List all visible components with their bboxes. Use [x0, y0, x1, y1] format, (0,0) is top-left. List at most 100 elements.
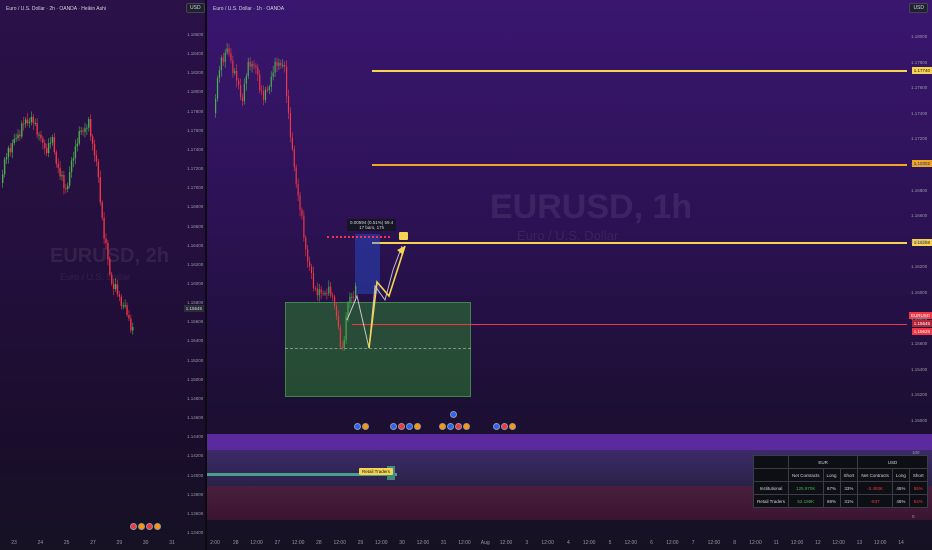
event-flag-icon[interactable] — [463, 423, 470, 430]
candle-body — [28, 121, 31, 124]
event-flag-icon[interactable] — [509, 423, 516, 430]
table-row: Institutional 125.970K 67% 33% -3.493K 4… — [752, 481, 928, 495]
row-label: Retail Traders — [752, 494, 790, 508]
candle-body — [101, 202, 103, 218]
candle-body — [111, 274, 113, 284]
event-flag-icon[interactable] — [390, 423, 397, 430]
table-cell: 45% — [891, 481, 910, 495]
column-header: Long — [891, 468, 910, 482]
event-flag-icon[interactable] — [501, 423, 508, 430]
candle-body — [126, 305, 128, 315]
candle-body — [97, 161, 100, 177]
candle-body — [51, 137, 54, 143]
event-flag-icon[interactable] — [493, 423, 500, 430]
right-event-markers-4[interactable] — [450, 411, 457, 418]
price-axis-tick: 1.14000 — [187, 472, 204, 478]
left-chart-pane[interactable]: Euro / U.S. Dollar · 2h · OANDA · Heikin… — [0, 0, 205, 550]
candle-body — [88, 119, 90, 128]
event-flag-icon[interactable] — [146, 523, 153, 530]
price-axis-tick: 1.18400 — [187, 51, 204, 57]
candle-body — [82, 130, 84, 132]
event-flag-icon[interactable] — [138, 523, 145, 530]
candle-body — [61, 175, 63, 177]
candle-body — [55, 152, 57, 164]
candle-body — [90, 119, 92, 137]
candle-body — [80, 130, 82, 132]
time-axis-tick: Aug — [480, 540, 490, 546]
candle-body — [130, 318, 132, 331]
time-axis-tick: 12:00 — [541, 540, 554, 546]
price-axis-tick: 1.18000 — [911, 34, 928, 39]
candle-body — [65, 188, 67, 190]
price-axis-tick: 1.13800 — [187, 491, 204, 497]
event-flag-icon[interactable] — [362, 423, 369, 430]
candle-body — [120, 296, 123, 306]
column-header: Net Contracts — [788, 468, 824, 482]
right-chart-pane[interactable]: Euro / U.S. Dollar · 1h · OANDA USD EURU… — [207, 0, 932, 550]
price-axis-tick: 1.15600 — [911, 341, 928, 347]
event-flag-icon[interactable] — [439, 423, 446, 430]
time-axis-tick: 12:00 — [375, 540, 388, 546]
table-cell: 54% — [908, 494, 928, 508]
candle-body — [95, 155, 98, 162]
row-label: Institutional — [752, 481, 790, 495]
event-flag-icon[interactable] — [398, 423, 405, 430]
left-event-markers[interactable] — [130, 523, 161, 530]
candle-body — [76, 143, 79, 147]
candle-body — [53, 137, 56, 153]
candle-body — [44, 142, 46, 149]
event-flag-icon[interactable] — [414, 423, 421, 430]
candle-body — [107, 242, 109, 260]
candle-body — [36, 122, 38, 135]
candle-body — [63, 175, 65, 189]
time-axis-tick: 6 — [650, 540, 653, 546]
event-flag-icon[interactable] — [406, 423, 413, 430]
projection-path[interactable] — [207, 0, 932, 420]
time-axis-tick: 12:00 — [624, 540, 638, 546]
time-axis-tick: 24 — [37, 540, 44, 546]
right-event-markers-5[interactable] — [493, 423, 516, 430]
candle-body — [47, 143, 50, 154]
indicator-top-band — [207, 434, 932, 450]
event-flag-icon[interactable] — [455, 423, 462, 430]
event-flag-icon[interactable] — [447, 423, 454, 430]
event-flag-icon[interactable] — [450, 411, 457, 418]
price-axis-tick: 1.16600 — [187, 223, 204, 229]
time-axis-tick: 30 — [399, 540, 405, 546]
table-subheader-row: Net Contracts Long Short Net Contracts L… — [752, 468, 928, 482]
candle-body — [30, 116, 33, 122]
table-header-row: EUR USD — [752, 455, 928, 469]
target-flag-icon[interactable] — [399, 232, 408, 240]
price-axis-tick: 1.17800 — [911, 59, 928, 65]
time-axis-tick: 12:00 — [707, 540, 721, 546]
time-axis-tick: 13 — [856, 540, 863, 546]
event-flag-icon[interactable] — [130, 523, 137, 530]
candle-body — [26, 119, 29, 124]
price-axis-tick: 1.17600 — [911, 85, 928, 91]
time-axis-tick: 29 — [116, 540, 123, 546]
time-axis-tick: 28 — [233, 540, 239, 546]
table-cell: 31% — [839, 494, 859, 508]
usd-header: USD — [857, 455, 928, 469]
time-axis-tick: 7 — [691, 540, 695, 546]
right-time-axis[interactable]: 2:00 28 12:00 27 12:00 28 12:00 29 12:00 30 12:00 3… — [207, 536, 909, 550]
table-corner-cell — [752, 455, 790, 469]
candle-body — [5, 157, 8, 160]
price-axis-tick: 1.17000 — [187, 185, 204, 191]
candle-body — [67, 185, 69, 190]
time-axis-tick: 12:00 — [291, 540, 305, 546]
left-time-axis[interactable]: 23 24 25 27 29 30 31 — [0, 536, 185, 550]
left-price-axis[interactable]: 1.18600 1.18400 1.18200 1.18000 1.17800 1.176… — [185, 0, 205, 540]
price-axis-tick: 1.16000 — [187, 281, 204, 286]
candle-body — [122, 305, 124, 307]
event-flag-icon[interactable] — [354, 423, 361, 430]
time-axis-tick: 12:00 — [416, 540, 430, 546]
right-event-markers-3[interactable] — [439, 423, 470, 430]
price-axis-tick: 1.17400 — [911, 110, 928, 116]
price-axis-tick: 1.15000 — [911, 418, 928, 423]
event-flag-icon[interactable] — [154, 523, 161, 530]
candle-body — [9, 148, 12, 153]
right-event-markers-1[interactable] — [354, 423, 369, 430]
right-event-markers-2[interactable] — [390, 423, 421, 430]
price-axis-tick: 1.17200 — [187, 166, 204, 172]
